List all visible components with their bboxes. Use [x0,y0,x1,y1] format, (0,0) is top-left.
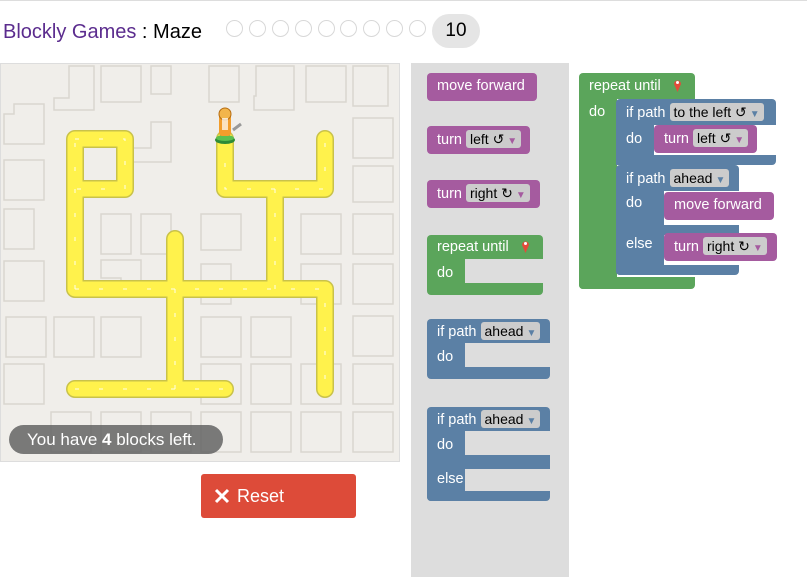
block-label: turn [437,186,462,202]
do-label: do [437,265,454,281]
app-title-link[interactable]: Blockly Games [3,21,136,43]
toolbox-if-else-block[interactable]: if path ahead ▼ do else [427,407,550,501]
level-selector [226,20,432,37]
pegman-avatar [215,107,242,144]
block-footer [616,155,776,165]
dropdown-value: right ↻ [470,185,513,201]
maze-svg [3,65,394,453]
do-label: do [589,104,606,120]
dropdown-value: to the left ↺ [673,104,747,120]
block-label: if path [626,171,666,187]
reset-label: Reset [237,486,285,506]
dropdown-arrow-icon: ▼ [515,190,526,201]
block-footer [579,277,695,289]
path-direction-dropdown[interactable]: ahead ▼ [480,322,541,340]
level-2-link[interactable] [248,20,266,37]
level-5-link[interactable] [317,20,335,37]
dropdown-arrow-icon: ▼ [749,109,760,120]
turn-direction-dropdown[interactable]: left ↺ ▼ [466,130,522,148]
block-footer [427,491,550,501]
dropdown-value: right ↻ [707,238,750,254]
path-direction-dropdown[interactable]: ahead ▼ [480,410,541,428]
move-forward-block[interactable]: move forward [664,192,774,220]
turn-direction-dropdown[interactable]: left ↺ ▼ [693,129,749,147]
map-marker-icon [522,241,529,253]
dropdown-value: ahead [484,323,524,339]
toolbox-flyout: move forward turn left ↺ ▼ turn right ↻ ▼ re… [411,63,569,577]
toolbox-turn-left-block[interactable]: turn left ↺ ▼ [427,126,530,154]
empty-slot [465,261,543,281]
maze-app: Blockly Games : Maze 10 You have 4 block… [0,0,807,577]
else-label: else [437,471,464,487]
dropdown-value: ahead [484,411,524,427]
block-label: if path [626,105,666,121]
level-4-link[interactable] [294,20,312,37]
status-suffix: blocks left. [111,430,197,449]
block-label: repeat until [589,78,661,94]
level-7-link[interactable] [363,20,381,37]
title-separator: : [136,21,154,43]
turn-direction-dropdown[interactable]: right ↻ ▼ [703,237,767,255]
status-prefix: You have [27,430,102,449]
block-footer [427,283,543,295]
block-label: turn [664,131,689,147]
block-middle [427,455,550,469]
dropdown-value: ahead [673,170,713,186]
page-title: Blockly Games : Maze [3,20,202,46]
map-marker-icon [674,80,681,92]
path-direction-dropdown[interactable]: ahead ▼ [669,169,730,187]
empty-slot-else [465,469,550,491]
blocks-workspace: repeat until do if path to the left ↺ ▼ do… [569,63,807,577]
toolbox-repeat-until-block[interactable]: repeat until do [427,235,543,295]
level-6-link[interactable] [340,20,358,37]
blocks-left-status: You have 4 blocks left. [9,425,223,454]
block-label: if path [437,324,477,340]
block-footer [616,265,739,275]
level-1-link[interactable] [226,20,243,37]
block-footer [427,367,550,379]
turn-left-block[interactable]: turn left ↺ ▼ [654,125,757,153]
do-label: do [626,131,643,147]
dropdown-value: left ↺ [470,131,505,147]
top-divider [0,0,807,1]
turn-direction-dropdown[interactable]: right ↻ ▼ [466,184,530,202]
block-label: turn [674,239,699,255]
do-label: do [437,349,454,365]
do-label: do [626,195,643,211]
toolbox-move-forward-block[interactable]: move forward [427,73,537,101]
block-label: turn [437,132,462,148]
game-title: Maze [153,21,202,43]
toolbox-turn-right-block[interactable]: turn right ↻ ▼ [427,180,540,208]
dropdown-arrow-icon: ▼ [526,416,537,427]
block-label: move forward [674,197,762,213]
dropdown-arrow-icon: ▼ [734,135,745,146]
else-label: else [626,236,653,252]
block-label: if path [437,412,477,428]
dropdown-arrow-icon: ▼ [715,175,726,186]
close-icon [214,488,230,504]
level-9-link[interactable] [409,20,427,37]
empty-slot-do [465,433,550,453]
do-label: do [437,437,454,453]
turn-right-block[interactable]: turn right ↻ ▼ [664,233,777,261]
level-3-link[interactable] [271,20,289,37]
reset-button[interactable]: Reset [201,474,356,518]
dropdown-value: left ↺ [697,130,732,146]
block-spine [579,99,617,289]
toolbox-if-path-block[interactable]: if path ahead ▼ do [427,319,550,379]
path-direction-dropdown[interactable]: to the left ↺ ▼ [669,103,764,121]
dropdown-arrow-icon: ▼ [507,136,518,147]
block-label: repeat until [437,239,509,255]
maze-board [0,63,400,462]
dropdown-arrow-icon: ▼ [526,328,537,339]
dropdown-arrow-icon: ▼ [752,243,763,254]
current-level-badge[interactable]: 10 [432,14,480,48]
empty-slot [465,345,550,365]
level-8-link[interactable] [386,20,404,37]
block-label: move forward [437,78,525,94]
